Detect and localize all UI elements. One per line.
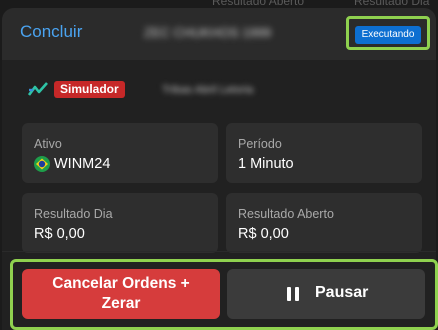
asset-value: WINM24 (54, 156, 111, 172)
background-label-right: Resultado Dia (354, 0, 430, 8)
period-label: Período (238, 137, 282, 151)
actions-highlight: Cancelar Ordens + Zerar Pausar (10, 259, 438, 330)
asset-card: Ativo WINM24 (22, 123, 218, 183)
pause-icon (287, 287, 299, 301)
cancel-orders-button[interactable]: Cancelar Ordens + Zerar (22, 269, 220, 319)
day-result-card: Resultado Dia R$ 0,00 (22, 193, 218, 253)
brazil-flag-icon (34, 156, 50, 172)
chart-logo-icon (28, 82, 48, 96)
simulator-badge: Simulador (54, 81, 125, 98)
account-row: Simulador Tribas Abril Letoria (28, 80, 428, 100)
cancel-button-line2: Zerar (101, 295, 141, 312)
pause-label: Pausar (315, 284, 369, 301)
open-result-value: R$ 0,00 (238, 226, 289, 242)
cancel-button-line1: Cancelar Ordens + (52, 275, 190, 292)
open-result-card: Resultado Aberto R$ 0,00 (226, 193, 422, 253)
asset-label: Ativo (34, 137, 62, 151)
day-result-value: R$ 0,00 (34, 226, 85, 242)
done-button[interactable]: Concluir (20, 22, 82, 42)
open-result-label: Resultado Aberto (238, 207, 334, 221)
period-value: 1 Minuto (238, 156, 294, 172)
period-card: Período 1 Minuto (226, 123, 422, 183)
background-label-left: Resultado Aberto (212, 0, 305, 8)
status-badge: Executando (355, 26, 421, 44)
robot-name: ZEC CHUKHOS 1999 (144, 25, 272, 39)
status-highlight: Executando (346, 16, 430, 50)
divider (2, 251, 436, 252)
pause-button[interactable]: Pausar (227, 269, 425, 319)
robot-detail-sheet: Concluir ZEC CHUKHOS 1999 Executando Sim… (2, 8, 438, 330)
sheet-header: Concluir ZEC CHUKHOS 1999 Executando (2, 8, 436, 60)
day-result-label: Resultado Dia (34, 207, 113, 221)
account-name: Tribas Abril Letoria (162, 84, 254, 96)
